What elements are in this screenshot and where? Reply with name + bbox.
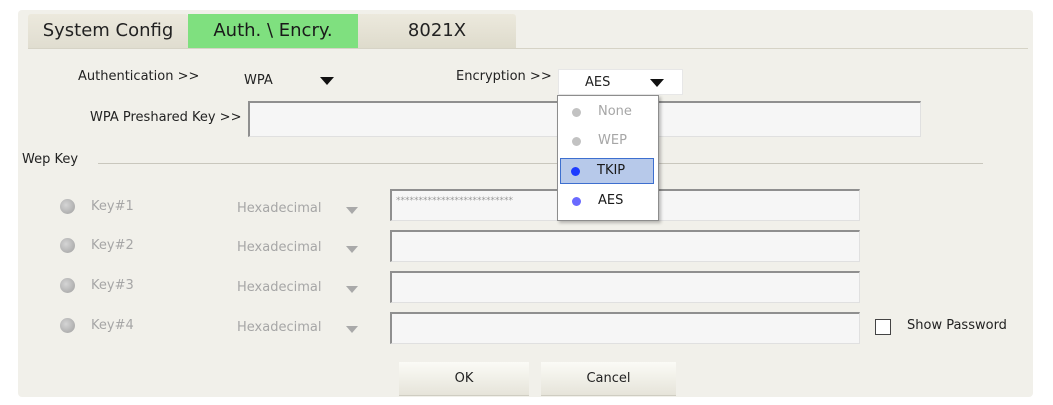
bullet-icon xyxy=(572,108,581,117)
encryption-option-tkip[interactable]: TKIP xyxy=(560,158,654,184)
key2-radio[interactable] xyxy=(60,238,75,253)
tab-auth-encry[interactable]: Auth. \ Encry. xyxy=(188,14,358,48)
tab-8021x[interactable]: 8021X xyxy=(358,14,516,48)
chevron-down-icon xyxy=(320,77,334,85)
key2-format[interactable]: Hexadecimal xyxy=(237,240,321,255)
encryption-option-none[interactable]: None xyxy=(560,99,654,125)
chevron-down-icon xyxy=(346,326,358,333)
encryption-label: Encryption >> xyxy=(456,69,552,84)
option-label: None xyxy=(598,104,632,119)
key3-radio[interactable] xyxy=(60,278,75,293)
encryption-option-aes[interactable]: AES xyxy=(560,188,654,214)
key3-input[interactable] xyxy=(390,271,860,303)
key4-input[interactable] xyxy=(390,312,860,344)
authentication-combo[interactable]: WPA xyxy=(240,68,345,92)
bullet-icon xyxy=(572,137,581,146)
key4-radio[interactable] xyxy=(60,318,75,333)
key4-label: Key#4 xyxy=(91,318,134,333)
key1-label: Key#1 xyxy=(91,199,134,214)
bullet-icon xyxy=(571,167,580,176)
show-password-checkbox[interactable] xyxy=(875,319,891,335)
wep-key-group-label: Wep Key xyxy=(22,152,79,167)
option-label: TKIP xyxy=(597,163,626,178)
tab-divider xyxy=(28,48,1028,49)
tab-system-config[interactable]: System Config xyxy=(28,14,188,48)
group-divider xyxy=(98,163,983,164)
authentication-value: WPA xyxy=(244,73,273,88)
chevron-down-icon xyxy=(346,246,358,253)
chevron-down-icon xyxy=(346,207,358,214)
cancel-button[interactable]: Cancel xyxy=(541,362,676,396)
chevron-down-icon xyxy=(650,79,664,87)
psk-label: WPA Preshared Key >> xyxy=(90,110,242,125)
show-password-label: Show Password xyxy=(907,318,1007,333)
key1-radio[interactable] xyxy=(60,199,75,214)
encryption-option-wep[interactable]: WEP xyxy=(560,128,654,154)
bullet-icon xyxy=(572,197,581,206)
key1-format[interactable]: Hexadecimal xyxy=(237,201,321,216)
option-label: WEP xyxy=(598,133,627,148)
ok-button[interactable]: OK xyxy=(399,362,529,396)
key4-format[interactable]: Hexadecimal xyxy=(237,320,321,335)
chevron-down-icon xyxy=(346,286,358,293)
encryption-combo[interactable]: AES xyxy=(558,69,683,95)
encryption-value: AES xyxy=(585,75,611,90)
key3-label: Key#3 xyxy=(91,278,134,293)
encryption-dropdown: None WEP TKIP AES xyxy=(557,95,659,221)
key3-format[interactable]: Hexadecimal xyxy=(237,280,321,295)
key2-input[interactable] xyxy=(390,230,860,262)
key2-label: Key#2 xyxy=(91,238,134,253)
option-label: AES xyxy=(598,193,624,208)
authentication-label: Authentication >> xyxy=(78,69,200,84)
